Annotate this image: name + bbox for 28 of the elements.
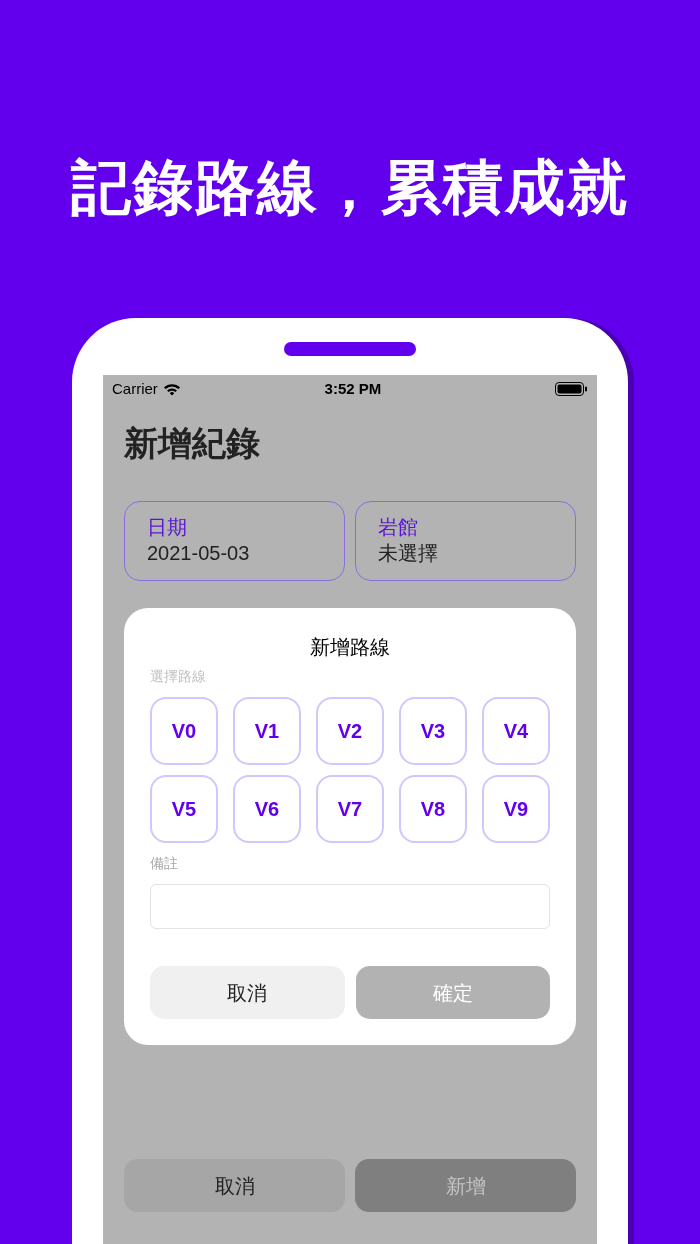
field-value: 未選擇 — [378, 541, 439, 566]
page-title: 新增紀錄 — [124, 423, 261, 464]
grade-button[interactable]: V8 — [399, 775, 467, 843]
section-label: 備註 — [150, 854, 179, 873]
grade-button[interactable]: V9 — [482, 775, 550, 843]
grade-button[interactable]: V4 — [482, 697, 550, 765]
battery-icon — [555, 382, 588, 396]
headline: 記錄路線，累積成就 — [71, 153, 629, 223]
dialog-cancel-button[interactable]: 取消 — [150, 966, 345, 1019]
field-label: 岩館 — [378, 515, 419, 540]
dialog-title: 新增路線 — [310, 635, 390, 660]
wifi-icon — [162, 382, 181, 396]
grade-button[interactable]: V1 — [233, 697, 301, 765]
grade-button[interactable]: V5 — [150, 775, 218, 843]
carrier-text: Carrier — [112, 378, 158, 399]
grade-button[interactable]: V6 — [233, 775, 301, 843]
field-card[interactable]: 岩館 未選擇 — [355, 501, 576, 581]
grade-button[interactable]: V3 — [399, 697, 467, 765]
status-time: 3:52 PM — [323, 378, 383, 399]
field-value: 2021-05-03 — [147, 541, 251, 566]
field-label: 日期 — [147, 515, 188, 540]
note-input[interactable] — [150, 884, 550, 929]
grade-button[interactable]: V0 — [150, 697, 218, 765]
grade-button[interactable]: V7 — [316, 775, 384, 843]
field-card[interactable]: 日期 2021-05-03 — [124, 501, 345, 581]
grade-button[interactable]: V2 — [316, 697, 384, 765]
cancel-button[interactable]: 取消 — [124, 1159, 345, 1212]
section-label: 選擇路線 — [150, 667, 207, 686]
